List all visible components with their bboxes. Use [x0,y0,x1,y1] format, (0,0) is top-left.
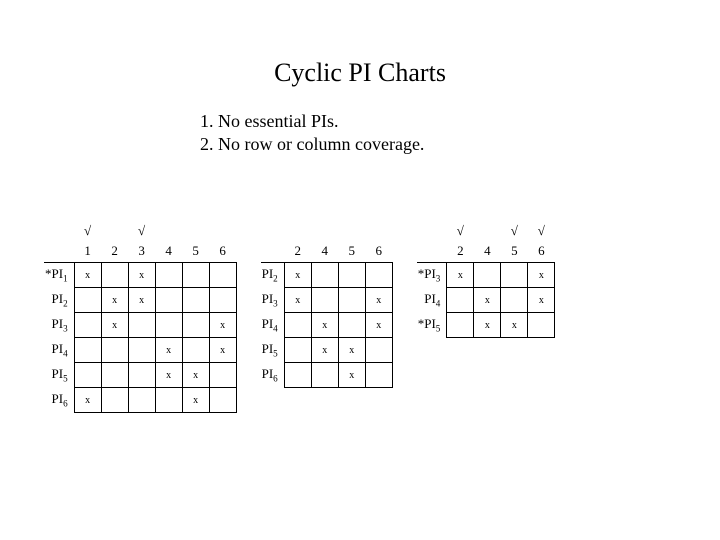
col-num: 6 [365,240,392,262]
x-mark: x [220,320,225,331]
x-mark: x [166,345,171,356]
x-mark: x [539,270,544,281]
col-num: 5 [182,240,209,262]
x-mark: x [376,320,381,331]
col-num: 4 [311,240,338,262]
x-mark: x [166,370,171,381]
x-mark: x [349,370,354,381]
x-mark: x [295,295,300,306]
col-num: 2 [284,240,311,262]
x-mark: x [376,295,381,306]
x-mark: x [193,370,198,381]
row-label: PI4 [44,338,74,363]
row-label: PI3 [44,313,74,338]
bullet-list: 1. No essential PIs. 2. No row or column… [200,110,424,155]
row-label: PI2 [44,288,74,313]
x-mark: x [112,295,117,306]
col-tick: √ [501,220,528,240]
col-num: 2 [447,240,474,262]
col-num: 6 [528,240,555,262]
row-label: PI6 [261,363,285,388]
row-label: *PI3 [417,263,447,288]
x-mark: x [193,395,198,406]
pi-chart-3: √ √ √ 2 4 5 6 *PI3 x x PI4 x x *PI5 x x [417,220,556,413]
col-tick: √ [528,220,555,240]
row-label: PI5 [44,363,74,388]
x-mark: x [139,270,144,281]
charts-row: √ √ 1 2 3 4 5 6 *PI1 x x PI2 x x PI3 x x… [44,220,555,413]
row-label: PI6 [44,388,74,413]
bullet-1: 1. No essential PIs. [200,110,424,133]
row-label: PI5 [261,338,285,363]
row-label: PI4 [417,288,447,313]
x-mark: x [512,320,517,331]
x-mark: x [485,295,490,306]
col-num: 4 [474,240,501,262]
x-mark: x [295,270,300,281]
x-mark: x [458,270,463,281]
col-num: 6 [209,240,236,262]
col-num: 1 [74,240,101,262]
col-tick: √ [447,220,474,240]
x-mark: x [112,320,117,331]
pi-chart-1: √ √ 1 2 3 4 5 6 *PI1 x x PI2 x x PI3 x x… [44,220,237,413]
col-num: 2 [101,240,128,262]
row-label: *PI5 [417,313,447,338]
x-mark: x [349,345,354,356]
row-label: *PI1 [44,263,74,288]
x-mark: x [139,295,144,306]
x-mark: x [485,320,490,331]
x-mark: x [322,320,327,331]
col-tick: √ [128,220,155,240]
row-label: PI4 [261,313,285,338]
x-mark: x [85,270,90,281]
row-label: PI2 [261,263,285,288]
col-tick: √ [74,220,101,240]
pi-chart-2: 2 4 5 6 PI2 x PI3 x x PI4 x x PI5 x x PI… [261,220,393,413]
col-num: 4 [155,240,182,262]
col-num: 3 [128,240,155,262]
page-title: Cyclic PI Charts [0,58,720,88]
bullet-2: 2. No row or column coverage. [200,133,424,156]
x-mark: x [85,395,90,406]
col-num: 5 [501,240,528,262]
row-label: PI3 [261,288,285,313]
x-mark: x [322,345,327,356]
x-mark: x [539,295,544,306]
x-mark: x [220,345,225,356]
col-num: 5 [338,240,365,262]
